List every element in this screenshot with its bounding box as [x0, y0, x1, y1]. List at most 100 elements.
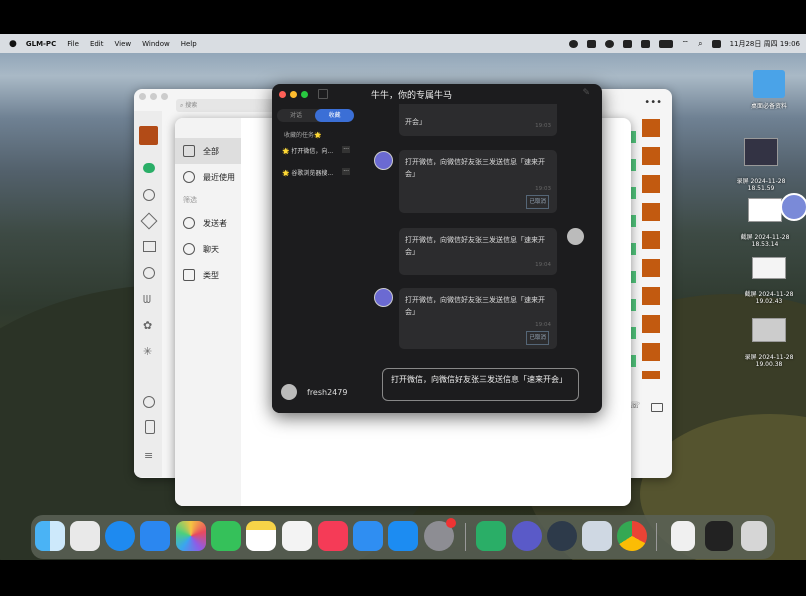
- filter-label: 发送者: [203, 218, 227, 228]
- user-avatar: [567, 228, 584, 245]
- status-icon[interactable]: [640, 39, 650, 48]
- wechat-sidebar: ᗯ ✿ ✳ ≡: [134, 111, 162, 477]
- battery-icon[interactable]: [658, 39, 673, 48]
- status-icon[interactable]: [568, 39, 578, 48]
- tab-chat[interactable]: 对话: [277, 109, 315, 122]
- apple-icon[interactable]: ●: [9, 39, 17, 49]
- avatar: [780, 193, 806, 221]
- nav-all[interactable]: 全部: [175, 138, 241, 164]
- zoom-button[interactable]: [161, 93, 168, 100]
- desktop-item[interactable]: 桌面必备资料: [734, 70, 804, 110]
- desktop-item[interactable]: 录屏 2024-11-28 19.00.38: [734, 311, 804, 368]
- photos-icon[interactable]: [176, 521, 206, 551]
- phone-icon[interactable]: [145, 420, 155, 434]
- folder-icon[interactable]: [143, 241, 156, 252]
- quicktime-icon[interactable]: [547, 521, 577, 551]
- mail-icon[interactable]: [140, 521, 170, 551]
- desktop-item-label: 截屏 2024-11-28 19.02.43: [744, 291, 794, 305]
- contacts-icon[interactable]: [143, 189, 155, 201]
- facetime-icon[interactable]: [211, 521, 241, 551]
- message-time: 19:03: [535, 186, 551, 192]
- document-icon[interactable]: [705, 521, 733, 551]
- user-avatar[interactable]: [281, 384, 297, 400]
- desktop-item[interactable]: 录屏 2024-11-28 18.51.59: [726, 131, 796, 192]
- edit-icon[interactable]: ✎: [582, 88, 590, 98]
- message-time: 19:03: [535, 123, 551, 129]
- launchpad-icon[interactable]: [70, 521, 100, 551]
- wechat-icon[interactable]: [476, 521, 506, 551]
- menu-window[interactable]: Window: [142, 40, 170, 48]
- preview-icon[interactable]: [582, 521, 612, 551]
- more-icon[interactable]: ···: [342, 168, 350, 175]
- glm-window: 牛牛，你的专属牛马 ✎ 对话 收藏 收藏的任务🌟 🌟 打开微信，向... ···…: [272, 84, 602, 413]
- filter-chat[interactable]: 聊天: [175, 236, 241, 262]
- moments-icon[interactable]: [143, 267, 155, 279]
- dock: [31, 515, 775, 559]
- search-icon[interactable]: ⌕: [698, 39, 702, 49]
- message-time: 19:04: [535, 322, 551, 328]
- finder-icon[interactable]: [35, 521, 65, 551]
- clock[interactable]: 11月28日 周四 19:06: [730, 39, 800, 49]
- desktop-item[interactable]: 截屏 2024-11-28 19.02.43: [734, 250, 804, 305]
- freeform-icon[interactable]: [282, 521, 312, 551]
- filter-sender[interactable]: 发送者: [175, 210, 241, 236]
- favorites-icon[interactable]: [140, 212, 158, 230]
- trash-icon[interactable]: [741, 521, 767, 551]
- close-button[interactable]: [139, 93, 146, 100]
- message-input[interactable]: 打开微信，向微信好友张三发送信息「速来开会」: [382, 368, 579, 401]
- screen-recording-thumbnail: [752, 318, 786, 342]
- menu-icon[interactable]: ≡: [144, 449, 153, 462]
- app-menu[interactable]: GLM-PC: [26, 40, 56, 48]
- dock-divider: [656, 523, 657, 551]
- wechat-status-icon[interactable]: [622, 39, 632, 48]
- status-icon[interactable]: [586, 39, 596, 48]
- app-store-icon[interactable]: [388, 521, 418, 551]
- task-label: 🌟 谷歌浏览器搜...: [282, 170, 334, 177]
- close-button[interactable]: [279, 91, 286, 98]
- chrome-icon[interactable]: [617, 521, 647, 551]
- glm-app-icon[interactable]: [512, 521, 542, 551]
- doc-icon: [183, 269, 195, 281]
- bot-avatar: [374, 288, 393, 307]
- wifi-icon[interactable]: ⌔: [682, 39, 690, 49]
- chat-icon[interactable]: [143, 163, 155, 173]
- music-icon[interactable]: [318, 521, 348, 551]
- channels-icon[interactable]: ᗯ: [143, 293, 151, 307]
- keynote-icon[interactable]: [353, 521, 383, 551]
- nav-recent[interactable]: 最近使用: [175, 164, 241, 190]
- mini-program-icon[interactable]: ✳: [143, 345, 152, 358]
- avatar[interactable]: [139, 126, 158, 145]
- control-center-icon[interactable]: [711, 39, 721, 48]
- message-text: 打开微信，向微信好友张三发送信息「速来开会」: [405, 236, 545, 256]
- sidebar-toggle-icon[interactable]: [318, 89, 328, 99]
- settings-icon[interactable]: ✿: [143, 319, 152, 332]
- menu-edit[interactable]: Edit: [90, 40, 104, 48]
- menu-help[interactable]: Help: [181, 40, 197, 48]
- task-item[interactable]: 🌟 谷歌浏览器搜... ···: [282, 168, 350, 180]
- message-text: 打开微信，向微信好友张三发送信息「速来开会」: [405, 158, 545, 178]
- nav-label: 最近使用: [203, 172, 235, 182]
- zoom-button[interactable]: [301, 91, 308, 98]
- task-item[interactable]: 🌟 打开微信，向... ···: [282, 146, 350, 158]
- section-title: 收藏的任务🌟: [284, 132, 322, 139]
- menu-file[interactable]: File: [67, 40, 79, 48]
- glm-sidebar: 对话 收藏 收藏的任务🌟 🌟 打开微信，向... ··· 🌟 谷歌浏览器搜...…: [272, 104, 356, 413]
- safari-icon[interactable]: [105, 521, 135, 551]
- notes-icon[interactable]: [246, 521, 276, 551]
- more-icon[interactable]: •••: [644, 97, 662, 108]
- minimize-button[interactable]: [290, 91, 297, 98]
- tab-favorites[interactable]: 收藏: [315, 109, 354, 122]
- bot-avatar: [374, 151, 393, 170]
- link-icon[interactable]: [143, 396, 155, 408]
- message-time: 19:04: [535, 262, 551, 268]
- filter-type[interactable]: 类型: [175, 262, 241, 288]
- document-icon[interactable]: [671, 521, 695, 551]
- message-bubble: 开会」 19:03: [399, 104, 557, 136]
- minimize-button[interactable]: [150, 93, 157, 100]
- more-icon[interactable]: ···: [342, 146, 350, 153]
- screen-recording-thumbnail: [744, 138, 778, 166]
- desktop-item-label: 截屏 2024-11-28 18.53.14: [740, 234, 790, 248]
- video-call-icon[interactable]: [651, 403, 663, 412]
- menu-view[interactable]: View: [115, 40, 132, 48]
- record-icon[interactable]: [604, 39, 614, 48]
